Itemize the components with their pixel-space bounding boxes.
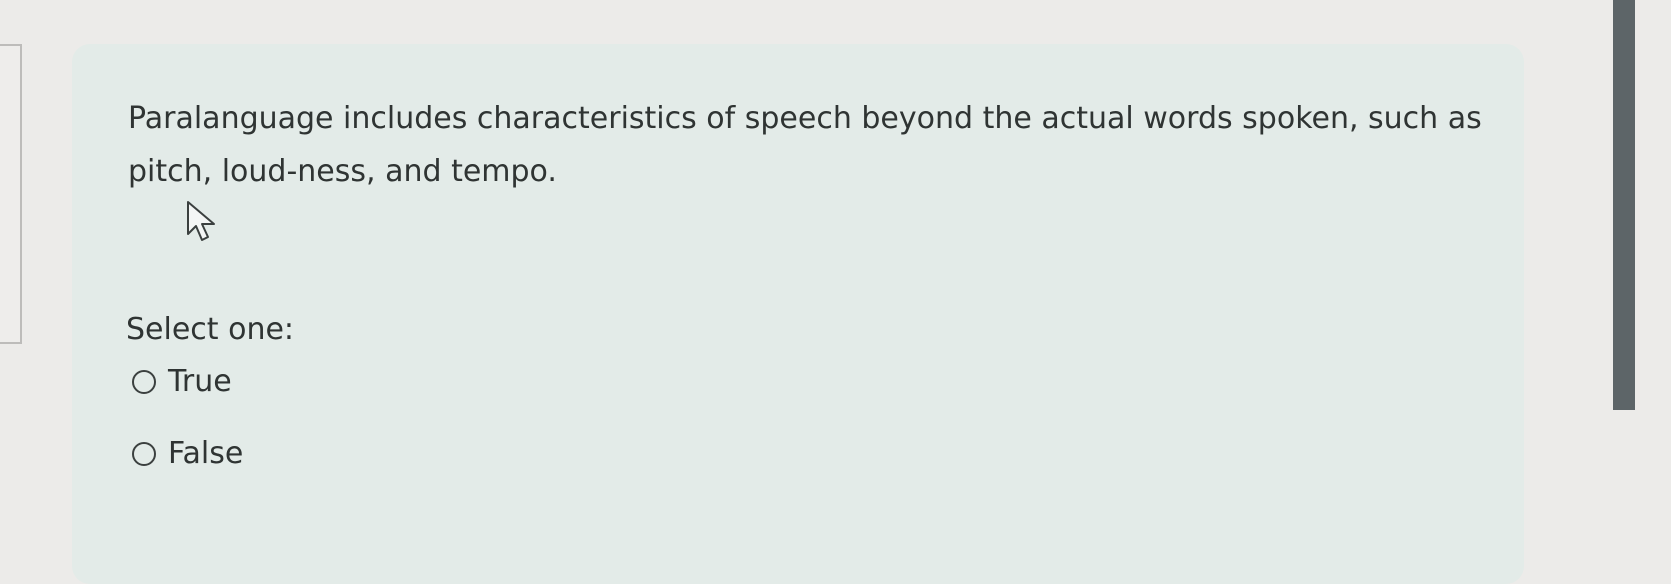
- adjacent-panel-edge: [0, 44, 22, 344]
- radio-button-icon[interactable]: [132, 369, 156, 394]
- question-card: Paralanguage includes characteristics of…: [72, 44, 1524, 584]
- option-false[interactable]: False: [132, 436, 243, 471]
- radio-button-icon[interactable]: [132, 441, 156, 466]
- mouse-pointer-icon: [187, 201, 215, 241]
- select-one-prompt: Select one:: [126, 312, 295, 347]
- option-true-label[interactable]: True: [168, 364, 232, 399]
- option-true[interactable]: True: [132, 364, 232, 399]
- question-text: Paralanguage includes characteristics of…: [128, 101, 1482, 189]
- option-false-label[interactable]: False: [168, 436, 243, 471]
- scrollbar[interactable]: [1613, 0, 1635, 410]
